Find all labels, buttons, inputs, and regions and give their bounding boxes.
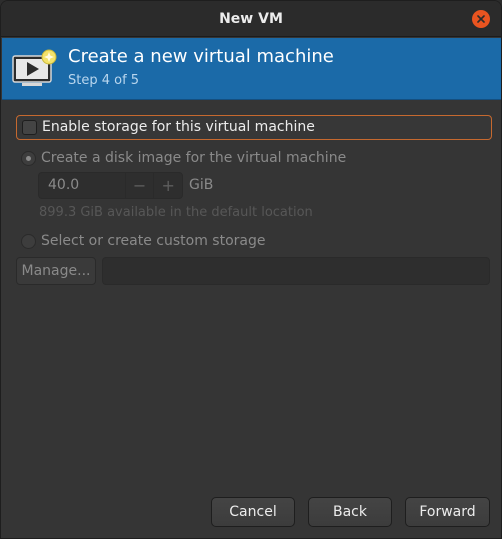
- enable-storage-checkbox[interactable]: Enable storage for this virtual machine: [16, 115, 492, 140]
- close-button[interactable]: [472, 10, 490, 28]
- new-vm-icon: [12, 49, 57, 86]
- disk-image-label: Create a disk image for the virtual mach…: [41, 150, 347, 166]
- manage-button[interactable]: Manage...: [16, 257, 96, 285]
- increment-button[interactable]: +: [153, 173, 182, 198]
- available-space-text: 899.3 GiB available in the default locat…: [39, 205, 313, 220]
- checkbox-box[interactable]: [22, 120, 37, 135]
- wizard-title: Create a new virtual machine: [68, 46, 334, 67]
- titlebar: New VM: [1, 1, 501, 37]
- wizard-step: Step 4 of 5: [68, 73, 140, 88]
- disk-size-spinbutton[interactable]: 40.0 − +: [38, 172, 183, 199]
- close-icon: [477, 15, 485, 23]
- forward-button[interactable]: Forward: [405, 497, 490, 527]
- window-title: New VM: [219, 11, 283, 27]
- custom-storage-radio[interactable]: [21, 234, 36, 249]
- new-vm-dialog: New VM Create a new virtual machine Step…: [0, 0, 502, 539]
- custom-storage-label: Select or create custom storage: [41, 233, 266, 249]
- cancel-button[interactable]: Cancel: [211, 497, 295, 527]
- wizard-header: Create a new virtual machine Step 4 of 5: [2, 38, 501, 100]
- back-button[interactable]: Back: [308, 497, 392, 527]
- enable-storage-label: Enable storage for this virtual machine: [42, 119, 315, 135]
- disk-image-radio[interactable]: [21, 151, 36, 166]
- disk-size-input[interactable]: 40.0: [39, 173, 125, 198]
- decrement-button[interactable]: −: [124, 173, 154, 198]
- disk-size-unit: GiB: [189, 177, 214, 193]
- storage-path-input[interactable]: [102, 257, 490, 285]
